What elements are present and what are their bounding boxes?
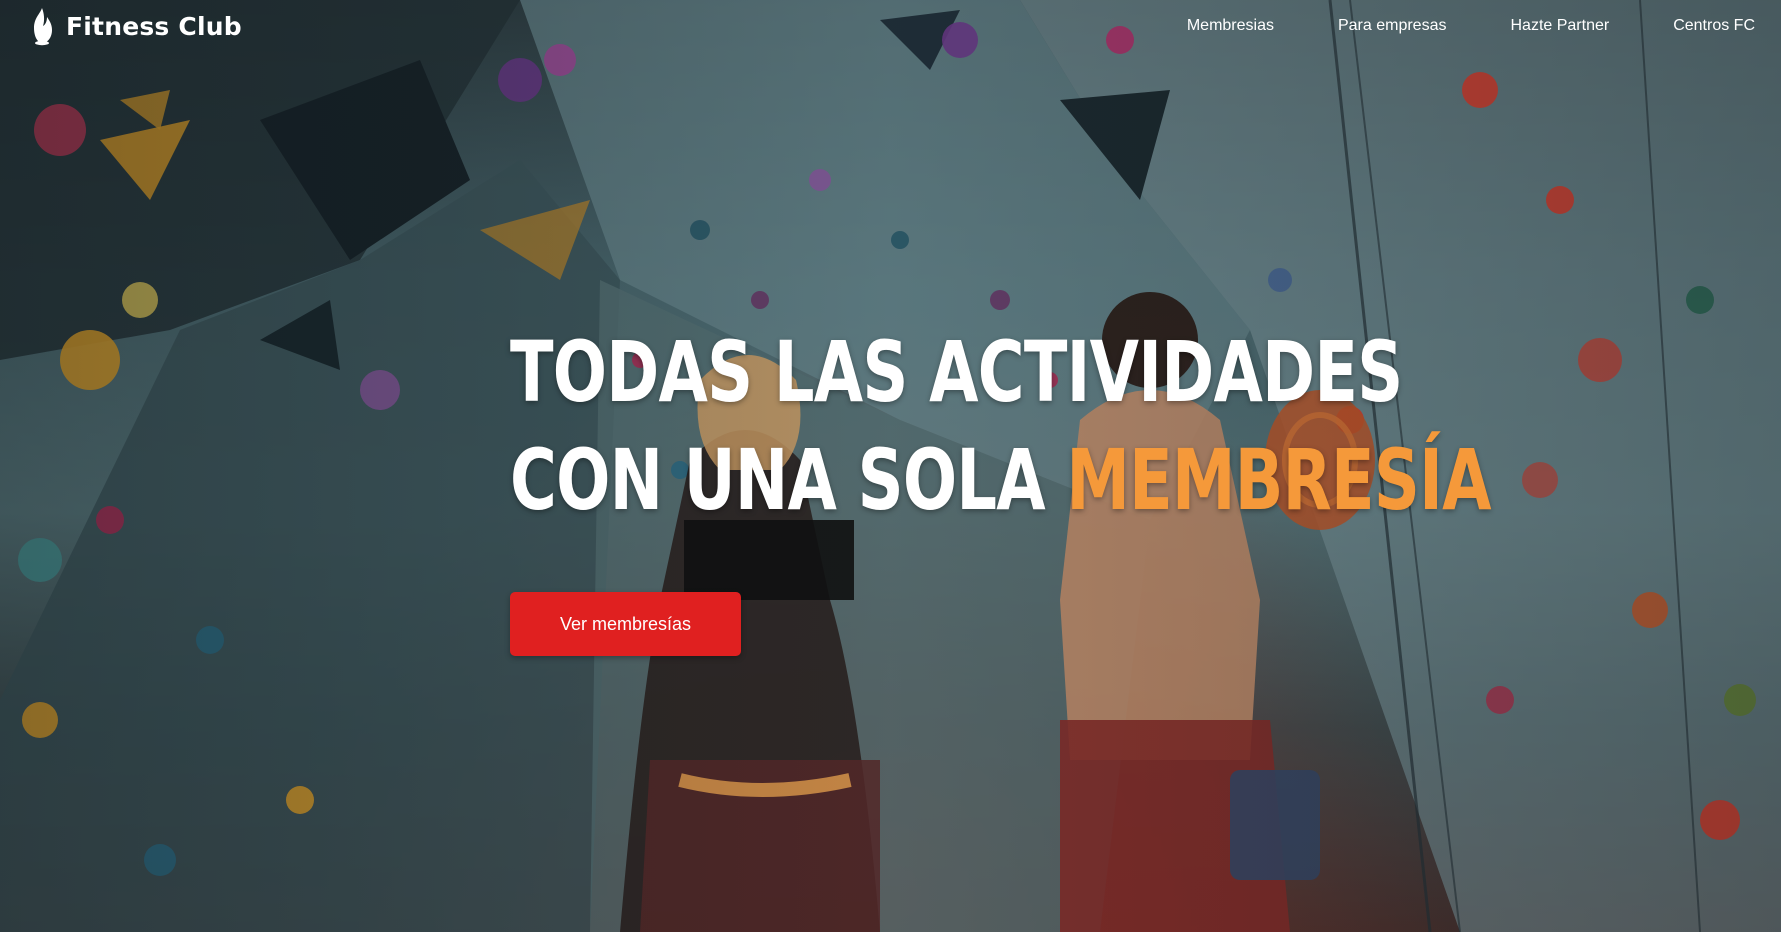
nav-link-membresias[interactable]: Membresias	[1187, 17, 1274, 35]
brand-name: Fitness Club	[66, 11, 242, 41]
main-nav: Membresias Para empresas Hazte Partner C…	[1187, 17, 1755, 35]
hero-headline: TODAS LAS ACTIVIDADES CON UNA SOLA MEMBR…	[510, 318, 1492, 534]
nav-link-hazte-partner[interactable]: Hazte Partner	[1510, 17, 1609, 35]
brand-home-link[interactable]: Fitness Club	[28, 6, 242, 46]
headline-line-2-prefix: CON UNA SOLA	[510, 431, 1067, 529]
headline-line-1: TODAS LAS ACTIVIDADES	[510, 323, 1403, 421]
top-navbar: Fitness Club Membresias Para empresas Ha…	[0, 0, 1781, 52]
hero-section: Fitness Club Membresias Para empresas Ha…	[0, 0, 1781, 932]
nav-link-centros-fc[interactable]: Centros FC	[1673, 17, 1755, 35]
hero-content: TODAS LAS ACTIVIDADES CON UNA SOLA MEMBR…	[510, 318, 1781, 656]
headline-accent-word: MEMBRESÍA	[1066, 431, 1491, 529]
flame-icon	[34, 8, 52, 46]
nav-link-para-empresas[interactable]: Para empresas	[1338, 17, 1447, 35]
ver-membresias-button[interactable]: Ver membresías	[510, 592, 741, 656]
